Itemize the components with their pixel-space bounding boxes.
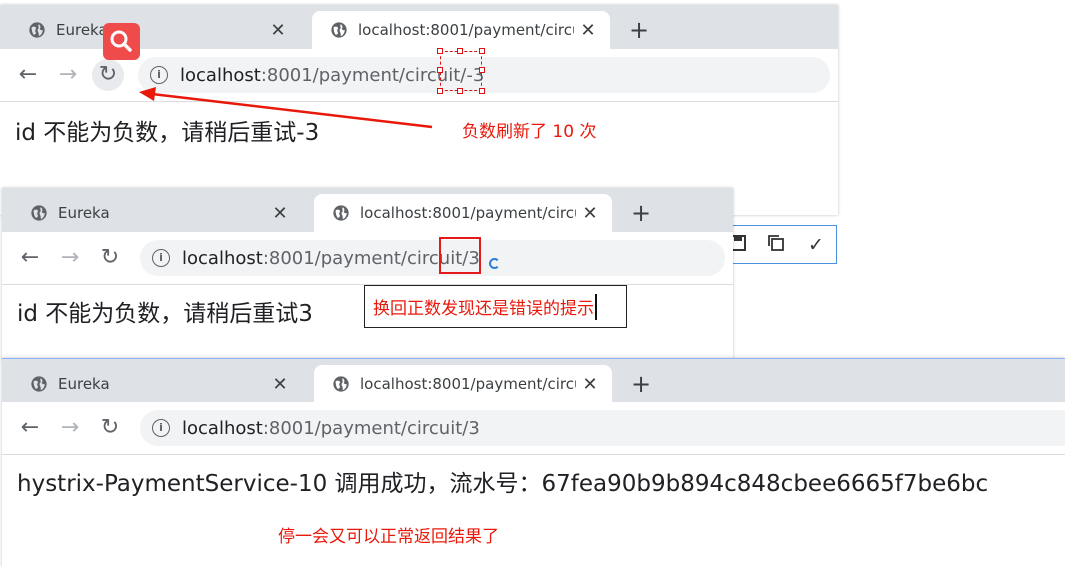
- selection-handle[interactable]: [479, 88, 485, 94]
- annotation-refresh-note: 负数刷新了 10 次: [462, 122, 597, 142]
- selection-handle[interactable]: [437, 67, 443, 73]
- selection-handle[interactable]: [457, 48, 463, 54]
- selection-handle[interactable]: [437, 88, 443, 94]
- selection-handle[interactable]: [479, 48, 485, 54]
- search-icon[interactable]: [103, 23, 140, 60]
- selection-box[interactable]: [437, 48, 485, 94]
- highlight-box: [439, 237, 481, 274]
- search-icon-glyph: [110, 30, 132, 52]
- text-caret: [595, 293, 597, 320]
- loading-cursor-icon: [489, 258, 500, 269]
- selection-handle[interactable]: [457, 88, 463, 94]
- annotation-arrow: [139, 87, 433, 129]
- annotation-switch-note[interactable]: 换回正数发现还是错误的提示: [364, 285, 627, 328]
- selection-handle[interactable]: [437, 48, 443, 54]
- selection-handle[interactable]: [479, 67, 485, 73]
